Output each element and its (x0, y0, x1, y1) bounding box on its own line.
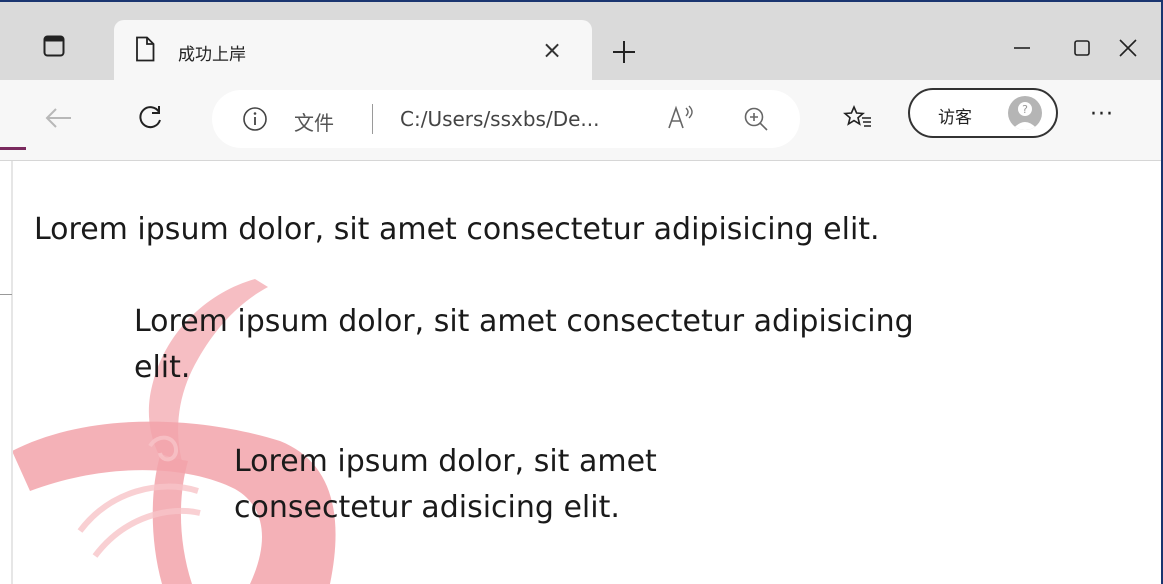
back-arrow-icon (45, 108, 71, 128)
tab-close-button[interactable]: × (536, 34, 568, 66)
tab-strip: 成功上岸 × (0, 2, 1161, 82)
refresh-icon (139, 106, 161, 129)
close-tab-icon: × (541, 36, 563, 64)
tab-title: 成功上岸 (178, 45, 246, 65)
paragraph-1: Lorem ipsum dolor, sit amet consectetur … (34, 212, 880, 247)
tab-actions-button[interactable] (36, 28, 72, 64)
minimize-icon (1014, 47, 1030, 49)
more-options-icon[interactable]: ··· (1090, 102, 1114, 127)
favorites-icon (843, 104, 871, 127)
refresh-button[interactable] (128, 96, 172, 140)
address-separator (372, 104, 373, 134)
svg-text:?: ? (1022, 103, 1028, 116)
plus-icon (613, 41, 635, 63)
active-tab[interactable]: 成功上岸 × (114, 20, 592, 82)
new-tab-button[interactable] (604, 32, 644, 72)
paragraph-3: Lorem ipsum dolor, sit amet consectetur … (234, 444, 657, 525)
guest-avatar-icon: ? (1008, 96, 1042, 130)
document-icon (136, 36, 155, 62)
maximize-button[interactable] (1060, 28, 1104, 68)
accent-line (0, 147, 26, 150)
read-aloud-icon[interactable] (666, 104, 696, 132)
url-text[interactable]: C:/Users/ssxbs/De... (400, 107, 600, 131)
content-left-border (11, 161, 13, 584)
guest-profile-button[interactable]: 访客 ? (908, 88, 1058, 138)
close-window-button[interactable] (1106, 28, 1150, 68)
minimize-button[interactable] (1000, 28, 1044, 68)
zoom-in-icon[interactable] (742, 105, 770, 133)
favorites-button[interactable] (836, 96, 880, 140)
info-icon[interactable] (242, 106, 268, 132)
guest-label: 访客 (938, 108, 972, 128)
browser-toolbar: 文件 C:/Users/ssxbs/De... 访客 ? ··· (0, 80, 1161, 161)
file-scheme-label: 文件 (294, 111, 334, 135)
close-icon (1119, 39, 1137, 57)
paragraph-2: Lorem ipsum dolor, sit amet consectetur … (134, 304, 914, 385)
tab-actions-icon (43, 35, 65, 57)
page-content: Lorem ipsum dolor, sit amet consectetur … (0, 161, 1161, 584)
content-tick-line (0, 294, 12, 295)
address-bar[interactable]: 文件 C:/Users/ssxbs/De... (212, 90, 800, 148)
maximize-icon (1074, 40, 1090, 56)
back-button[interactable] (36, 96, 80, 140)
